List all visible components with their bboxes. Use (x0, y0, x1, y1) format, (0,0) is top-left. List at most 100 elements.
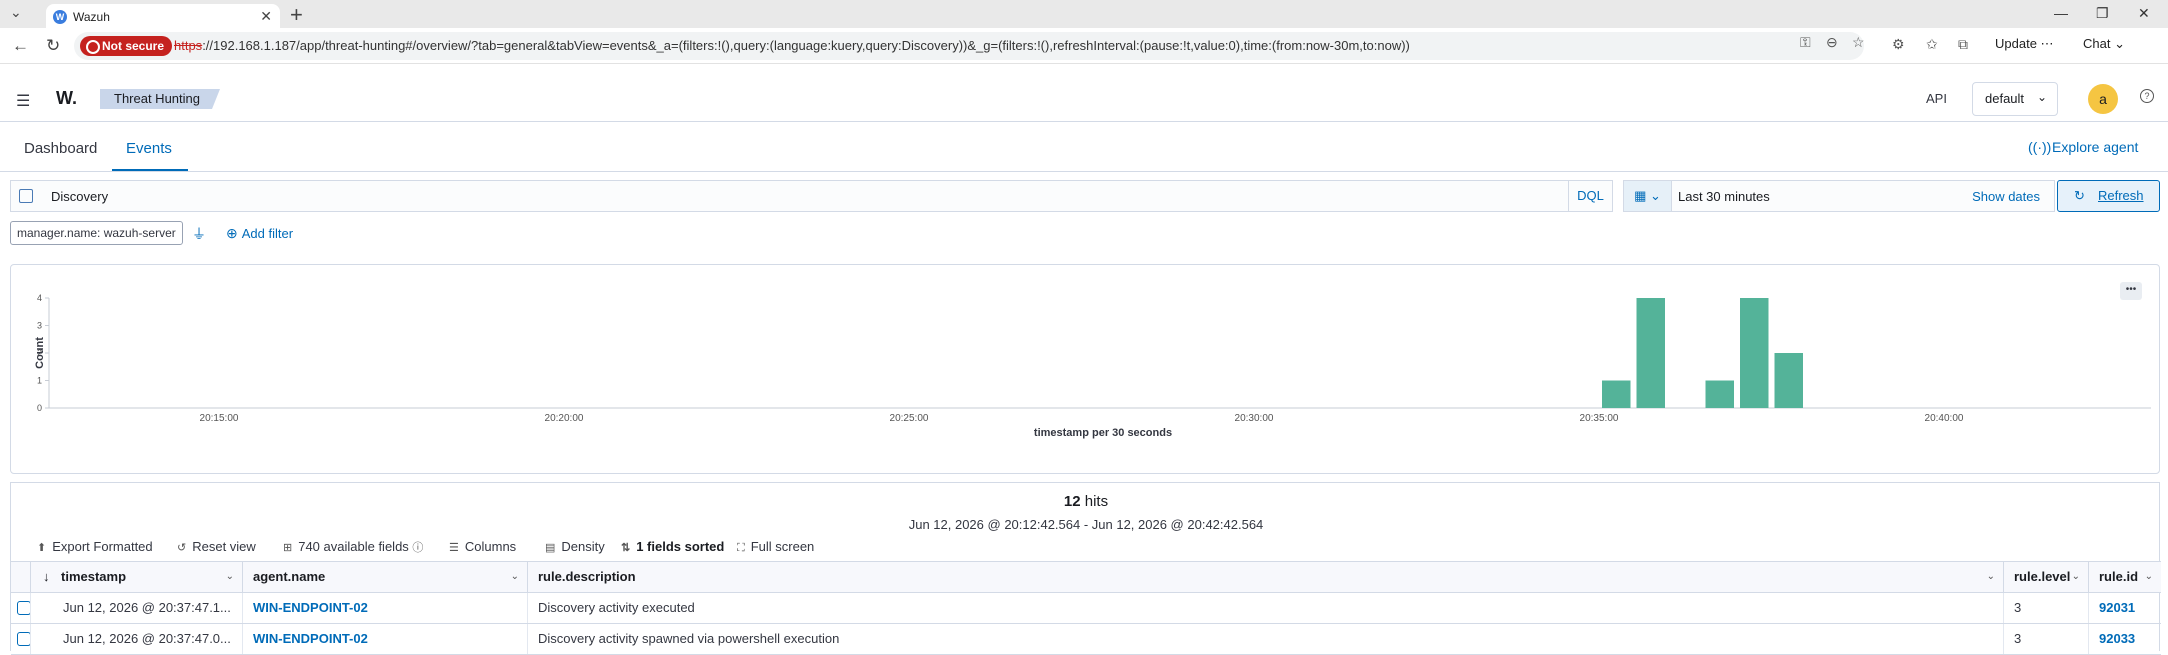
filter-funnel-icon[interactable]: ⏚ (192, 224, 206, 244)
histogram-bar (1602, 380, 1631, 408)
tab-list-chevron-icon[interactable]: ⌄ (10, 4, 22, 21)
x-tick-label: 20:15:00 (200, 413, 239, 424)
refresh-button[interactable]: ↻ Refresh (2057, 180, 2160, 212)
chevron-down-icon[interactable]: ⌄ (1987, 562, 1995, 592)
histogram-bar (1740, 298, 1769, 408)
info-icon: ⓘ (412, 542, 424, 554)
explore-agent-label: Explore agent (2052, 139, 2139, 155)
histogram-panel: 0 1 2 3 4 20:15:00 20:20:00 20:25:00 20:30:00 20:… (10, 264, 2160, 474)
search-input[interactable]: Discovery (51, 189, 108, 204)
sort-icon: ⇅ (621, 542, 631, 554)
add-filter-button[interactable]: ⊕ Add filter (226, 225, 293, 242)
tab-events[interactable]: Events (126, 140, 172, 157)
breadcrumb[interactable]: Threat Hunting (100, 89, 220, 109)
favorite-star-icon[interactable]: ☆ (1852, 34, 1865, 51)
column-header-rule-id[interactable]: rule.id ⌄ (2089, 562, 2161, 592)
export-formatted-button[interactable]: ⬆ Export Formatted (37, 539, 153, 554)
y-tick-label: 1 (37, 376, 42, 386)
sort-fields-button[interactable]: ⇅ 1 fields sorted (621, 539, 724, 554)
zoom-icon[interactable]: ⊖ (1826, 34, 1838, 51)
search-query-bar[interactable]: Discovery DQL (10, 180, 1613, 212)
reload-icon[interactable]: ↻ (46, 36, 60, 56)
collections-icon[interactable]: ⧉ (1958, 36, 1968, 53)
column-header-agent-name[interactable]: agent.name ⌄ (243, 562, 528, 592)
full-screen-button[interactable]: ⛶ Full screen (737, 539, 814, 555)
available-fields-button[interactable]: ⊞ 740 available fields ⓘ (283, 539, 429, 555)
reset-label: Reset view (192, 539, 256, 554)
saved-query-icon[interactable] (19, 189, 33, 203)
help-icon[interactable]: ? (2140, 89, 2154, 103)
chevron-down-icon[interactable]: ⌄ (511, 562, 519, 592)
x-tick-label: 20:25:00 (890, 413, 929, 424)
column-label: rule.level (2014, 569, 2071, 584)
date-picker[interactable]: ▦ ⌄ Last 30 minutes Show dates (1623, 180, 2055, 212)
wazuh-favicon-icon: W (53, 10, 67, 24)
url-text[interactable]: https://192.168.1.187/app/threat-hunting… (174, 38, 1410, 53)
fullscreen-icon: ⛶ (737, 542, 745, 554)
minimize-window-icon[interactable]: — (2054, 5, 2068, 21)
table-row: Jun 12, 2026 @ 20:37:47.0... WIN-ENDPOIN… (11, 624, 2161, 655)
time-range-label[interactable]: Last 30 minutes (1678, 189, 1770, 204)
browser-tab[interactable]: W Wazuh ✕ (46, 4, 280, 28)
y-tick-label: 0 (37, 403, 42, 413)
api-select[interactable]: default ⌄ (1972, 82, 2058, 116)
agent-name-link[interactable]: WIN-ENDPOINT-02 (243, 624, 528, 654)
fields-label: 740 available fields (298, 539, 409, 554)
x-tick-label: 20:35:00 (1580, 413, 1619, 424)
explore-agent-button[interactable]: ((·)) Explore agent (2028, 139, 2139, 155)
add-filter-label: Add filter (241, 226, 294, 241)
new-tab-plus-icon[interactable]: + (290, 2, 303, 28)
address-bar[interactable]: Not secure https://192.168.1.187/app/thr… (74, 32, 1864, 60)
filter-pill[interactable]: manager.name: wazuh-server (10, 221, 183, 245)
timestamp-cell: Jun 12, 2026 @ 20:37:47.1... (31, 593, 243, 623)
copilot-chat-button[interactable]: Chat ⌄ (2083, 36, 2125, 52)
chevron-down-icon[interactable]: ⌄ (226, 562, 234, 592)
update-button[interactable]: Update ⋯ (1995, 36, 2054, 52)
tab-dashboard[interactable]: Dashboard (24, 140, 97, 157)
histogram-chart: 0123420:15:00 20:20:00 20:25:00 20:30:00 20:… (34, 293, 2151, 439)
avatar[interactable]: a (2088, 84, 2118, 114)
chevron-down-icon[interactable]: ⌄ (2072, 562, 2080, 592)
close-tab-icon[interactable]: ✕ (260, 8, 272, 25)
histogram-bar (1774, 353, 1803, 408)
column-header-timestamp[interactable]: ↓ timestamp ⌄ (31, 562, 243, 592)
show-dates-link[interactable]: Show dates (1972, 189, 2040, 204)
maximize-window-icon[interactable]: ❐ (2096, 5, 2109, 22)
back-arrow-icon[interactable]: ← (12, 36, 29, 56)
more-options-icon[interactable]: ••• (2120, 282, 2142, 300)
column-label: timestamp (61, 569, 127, 584)
columns-button[interactable]: ☰ Columns (449, 539, 516, 554)
address-toolbar: ← ↻ Not secure https://192.168.1.187/app… (0, 28, 2168, 64)
column-header-rule-description[interactable]: rule.description ⌄ (528, 562, 2004, 592)
update-label: Update (1995, 36, 2037, 51)
menu-hamburger-icon[interactable]: ☰ (16, 91, 30, 111)
inspect-document-icon[interactable] (17, 601, 30, 615)
not-secure-badge[interactable]: Not secure (80, 36, 173, 56)
key-icon[interactable]: ⚿ (1800, 34, 1811, 51)
rule-level-cell: 3 (2004, 624, 2089, 654)
calendar-icon[interactable]: ▦ ⌄ (1624, 181, 1672, 211)
favorites-icon[interactable]: ✩ (1926, 36, 1938, 53)
wazuh-logo[interactable]: W. (56, 88, 77, 109)
hits-summary: 12 hits (11, 493, 2161, 510)
active-tab-indicator (112, 169, 188, 171)
rule-description-cell: Discovery activity executed (528, 593, 2004, 623)
query-language-button[interactable]: DQL (1568, 181, 1612, 211)
agent-name-link[interactable]: WIN-ENDPOINT-02 (243, 593, 528, 623)
column-header-rule-level[interactable]: rule.level ⌄ (2004, 562, 2089, 592)
agent-radar-icon: ((·)) (2028, 139, 2052, 155)
inspect-document-icon[interactable] (17, 632, 30, 646)
reset-view-button[interactable]: ↺ Reset view (177, 539, 256, 554)
chevron-down-icon[interactable]: ⌄ (2145, 562, 2153, 592)
plus-circle-icon: ⊕ (226, 225, 238, 241)
y-tick-label: 4 (37, 293, 42, 303)
column-label: rule.id (2099, 569, 2139, 584)
rule-id-link[interactable]: 92031 (2089, 593, 2161, 623)
extensions-icon[interactable]: ⚙ (1892, 36, 1905, 53)
density-label: Density (561, 539, 605, 554)
histogram-bar (1705, 380, 1734, 408)
density-button[interactable]: ▤ Density (545, 539, 605, 554)
x-tick-label: 20:30:00 (1235, 413, 1274, 424)
rule-id-link[interactable]: 92033 (2089, 624, 2161, 654)
close-window-icon[interactable]: ✕ (2138, 5, 2150, 22)
